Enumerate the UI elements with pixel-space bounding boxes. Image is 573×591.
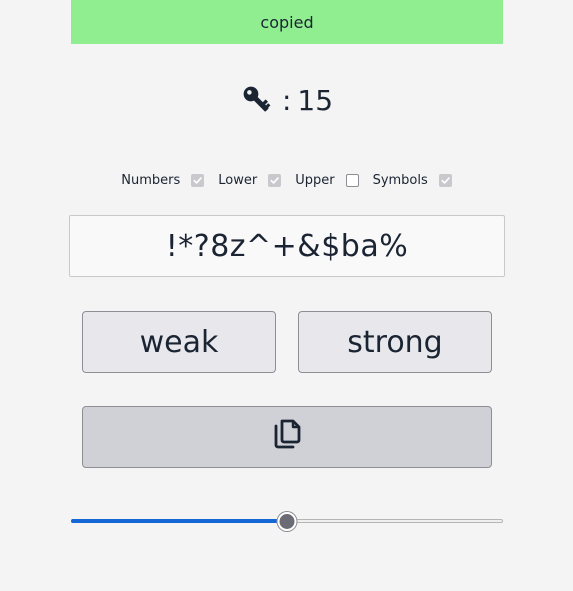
length-value: 15 [297,83,334,117]
strong-button-label: strong [347,324,443,360]
symbols-checkbox[interactable] [438,173,452,187]
option-symbols[interactable]: Symbols [373,173,452,188]
length-separator: : [281,83,292,117]
slider-fill [71,519,287,523]
copy-icon [270,416,304,458]
option-label: Numbers [121,172,181,188]
character-options: Numbers Lower Upper Symbols [0,168,573,192]
slider-thumb[interactable] [277,512,297,531]
weak-button[interactable]: weak [82,311,276,373]
numbers-checkbox[interactable] [191,173,205,187]
option-label: Lower [218,172,258,188]
lower-checkbox[interactable] [268,173,282,187]
weak-button-label: weak [139,324,219,360]
key-icon [240,83,274,117]
password-length-display: : 15 [0,80,573,120]
option-label: Symbols [372,172,428,188]
option-label: Upper [295,172,335,188]
password-output[interactable]: !*?8z^+&$ba% [69,215,505,277]
copy-button[interactable] [82,406,492,468]
length-slider[interactable] [71,512,503,532]
option-upper[interactable]: Upper [295,172,359,188]
password-text: !*?8z^+&$ba% [165,228,409,264]
option-lower[interactable]: Lower [218,172,282,188]
notification-text: copied [260,12,314,32]
copied-notification: copied [71,0,503,44]
upper-checkbox[interactable] [345,173,359,187]
option-numbers[interactable]: Numbers [121,172,205,188]
strong-button[interactable]: strong [298,311,492,373]
